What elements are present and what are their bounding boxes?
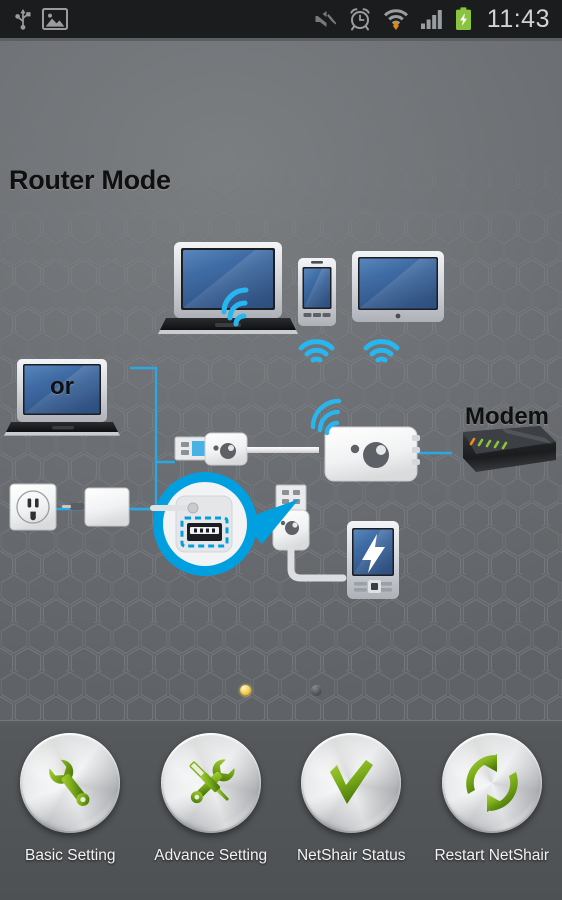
dock-label-netshair-status: NetShair Status: [296, 847, 406, 864]
wall-outlet-power-source: [9, 483, 57, 531]
dock-button-row: Basic Setting Advance Setting NetShair S…: [0, 733, 562, 893]
refresh-arrows-icon: [465, 754, 518, 812]
laptop-wireless-client: [158, 242, 298, 334]
screenshot-image-icon: [42, 8, 68, 30]
home-wallpaper: Router Mode or Modem: [0, 41, 562, 720]
wifi-signal-icon: [363, 339, 400, 363]
charging-phone: [347, 521, 399, 599]
status-bar-clock: 11:43: [486, 4, 550, 33]
dock-label-restart-netshair: Restart NetShair: [434, 847, 550, 864]
status-bar-left-icons: [0, 7, 68, 31]
battery-charging-icon: [455, 7, 471, 30]
or-label: or: [50, 373, 74, 400]
alarm-clock-icon: [350, 8, 370, 31]
dock-item-advance-setting[interactable]: Advance Setting: [141, 733, 282, 893]
router-mode-title: Router Mode: [9, 165, 171, 195]
dock-item-restart-netshair[interactable]: Restart NetShair: [422, 733, 562, 893]
page-dot-inactive[interactable]: [311, 685, 322, 696]
usb-charging-cable: [272, 484, 347, 582]
status-bar-divider: [0, 38, 562, 41]
restart-netshair-button[interactable]: [441, 733, 542, 833]
wifi-download-icon: [383, 9, 408, 30]
phone-screen: 11:43 Router Mode or Modem Basic Setting…: [0, 0, 562, 900]
netshair-router: [324, 426, 420, 482]
page-dot-active[interactable]: [240, 685, 251, 696]
netshair-status-button[interactable]: [301, 733, 402, 833]
modem: [463, 426, 556, 472]
dock-label-advance-setting: Advance Setting: [154, 847, 268, 864]
usb-plug-connector: [174, 432, 319, 466]
wifi-signal-icon: [298, 339, 335, 363]
power-adapter: [62, 487, 130, 527]
basic-setting-button[interactable]: [20, 733, 121, 833]
phone-wireless-client: [298, 258, 336, 326]
status-bar[interactable]: 11:43: [0, 0, 562, 38]
usb-icon: [15, 9, 31, 30]
dock-item-netshair-status[interactable]: NetShair Status: [281, 733, 422, 893]
wrench-icon: [49, 759, 90, 807]
modem-label: Modem: [465, 403, 549, 430]
dock-item-basic-setting[interactable]: Basic Setting: [0, 733, 141, 893]
cellular-signal-icon: [420, 10, 442, 29]
advance-setting-button[interactable]: [160, 733, 261, 833]
dock-label-basic-setting: Basic Setting: [25, 847, 116, 864]
bottom-dock: Basic Setting Advance Setting NetShair S…: [0, 720, 562, 900]
status-bar-right-icons: 11:43: [312, 4, 562, 33]
wrench-screwdriver-icon: [189, 759, 235, 804]
mute-icon: [312, 8, 337, 30]
checkmark-icon: [330, 760, 374, 804]
page-indicator: [0, 684, 562, 700]
tablet-wireless-client: [352, 251, 444, 322]
